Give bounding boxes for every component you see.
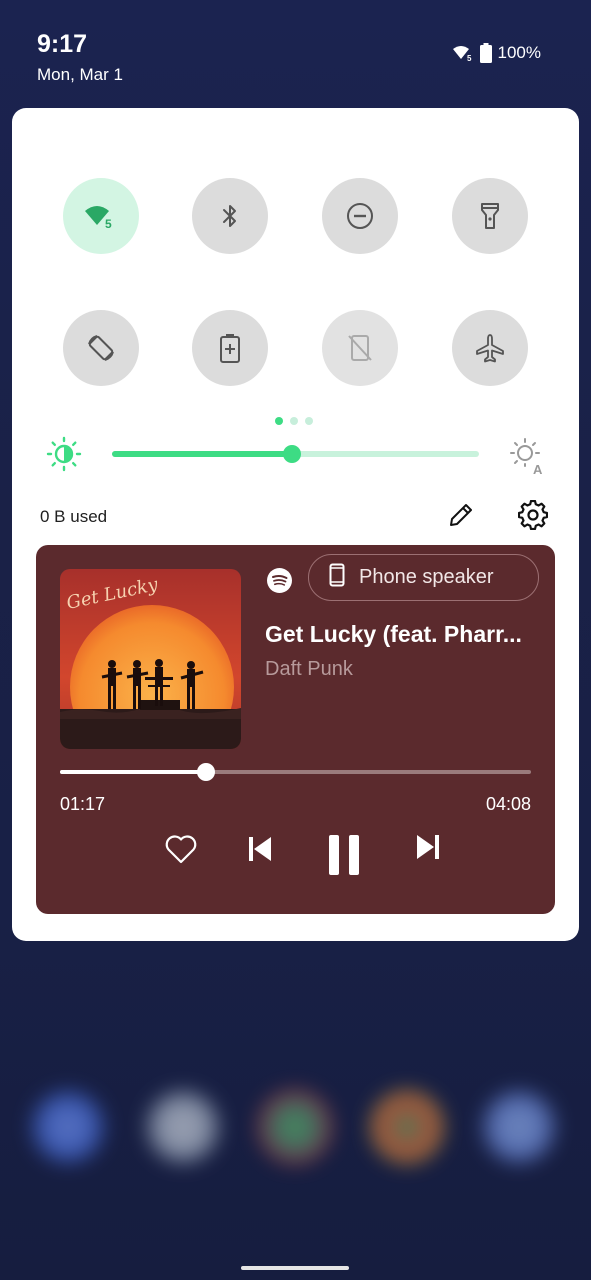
battery-saver-tile[interactable] — [192, 310, 268, 386]
quick-settings-panel: 5 A 0 B used Get Lucky Phone speaker Get… — [12, 108, 579, 941]
page-indicator — [275, 417, 313, 425]
seek-bar[interactable] — [60, 763, 531, 781]
next-button[interactable] — [411, 833, 445, 865]
wifi-status-icon: 5 — [452, 45, 474, 61]
navigation-handle[interactable] — [241, 1266, 349, 1270]
svg-text:A: A — [533, 462, 543, 476]
brightness-slider[interactable] — [112, 445, 479, 463]
track-artist: Daft Punk — [265, 658, 353, 680]
dock-play-store-icon — [258, 1090, 332, 1164]
flashlight-tile[interactable] — [452, 178, 528, 254]
do-not-disturb-icon — [345, 201, 375, 231]
auto-rotate-tile[interactable] — [63, 310, 139, 386]
seek-bar-thumb[interactable] — [197, 763, 215, 781]
previous-button[interactable] — [243, 833, 277, 869]
page-dot — [305, 417, 313, 425]
battery-percent: 100% — [497, 43, 541, 62]
flashlight-icon — [479, 201, 501, 231]
wifi-tile[interactable]: 5 — [63, 178, 139, 254]
pause-button[interactable] — [324, 834, 364, 881]
skip-next-icon — [414, 832, 442, 867]
battery-saver-icon — [219, 332, 241, 364]
like-button[interactable] — [163, 833, 199, 869]
edit-icon[interactable] — [446, 500, 476, 535]
do-not-disturb-tile[interactable] — [322, 178, 398, 254]
media-player-card[interactable]: Get Lucky Phone speaker Get Lucky (feat.… — [36, 545, 555, 914]
dock-camera-icon — [482, 1090, 556, 1164]
phone-icon — [329, 563, 345, 593]
svg-text:5: 5 — [467, 54, 472, 61]
album-art: Get Lucky — [60, 569, 241, 749]
track-title: Get Lucky (feat. Pharr... — [265, 621, 522, 647]
dock-phone-icon — [31, 1090, 105, 1164]
status-icons: 5 100% — [452, 43, 541, 63]
screen-cast-tile[interactable] — [322, 310, 398, 386]
brightness-slider-thumb[interactable] — [282, 445, 301, 463]
heart-icon — [164, 833, 198, 870]
elapsed-time: 01:17 — [60, 794, 106, 814]
bluetooth-tile[interactable] — [192, 178, 268, 254]
airplane-mode-tile[interactable] — [452, 310, 528, 386]
brightness-slider-fill — [112, 451, 292, 457]
data-usage-label[interactable]: 0 B used — [40, 507, 107, 527]
page-dot — [290, 417, 298, 425]
output-device-label: Phone speaker — [359, 566, 494, 588]
screen-cast-icon — [346, 333, 374, 363]
dock-app-icon — [146, 1090, 220, 1164]
seek-bar-fill — [60, 770, 206, 774]
airplane-icon — [475, 333, 505, 363]
output-device-chip[interactable]: Phone speaker — [308, 554, 539, 601]
skip-previous-icon — [246, 834, 274, 869]
page-dot — [275, 417, 283, 425]
total-time: 04:08 — [485, 794, 531, 814]
gear-icon[interactable] — [517, 499, 549, 535]
auto-rotate-icon — [85, 332, 117, 364]
auto-brightness-icon[interactable]: A — [508, 436, 548, 481]
pause-icon — [326, 834, 362, 881]
brightness-icon — [46, 436, 82, 477]
bluetooth-icon — [219, 203, 241, 229]
status-date: Mon, Mar 1 — [37, 65, 123, 84]
status-time: 9:17 — [37, 30, 88, 58]
dock-chrome-icon — [370, 1090, 444, 1164]
spotify-icon — [267, 568, 292, 598]
svg-text:5: 5 — [105, 217, 112, 229]
battery-icon — [479, 43, 492, 63]
wifi-icon: 5 — [84, 203, 118, 229]
